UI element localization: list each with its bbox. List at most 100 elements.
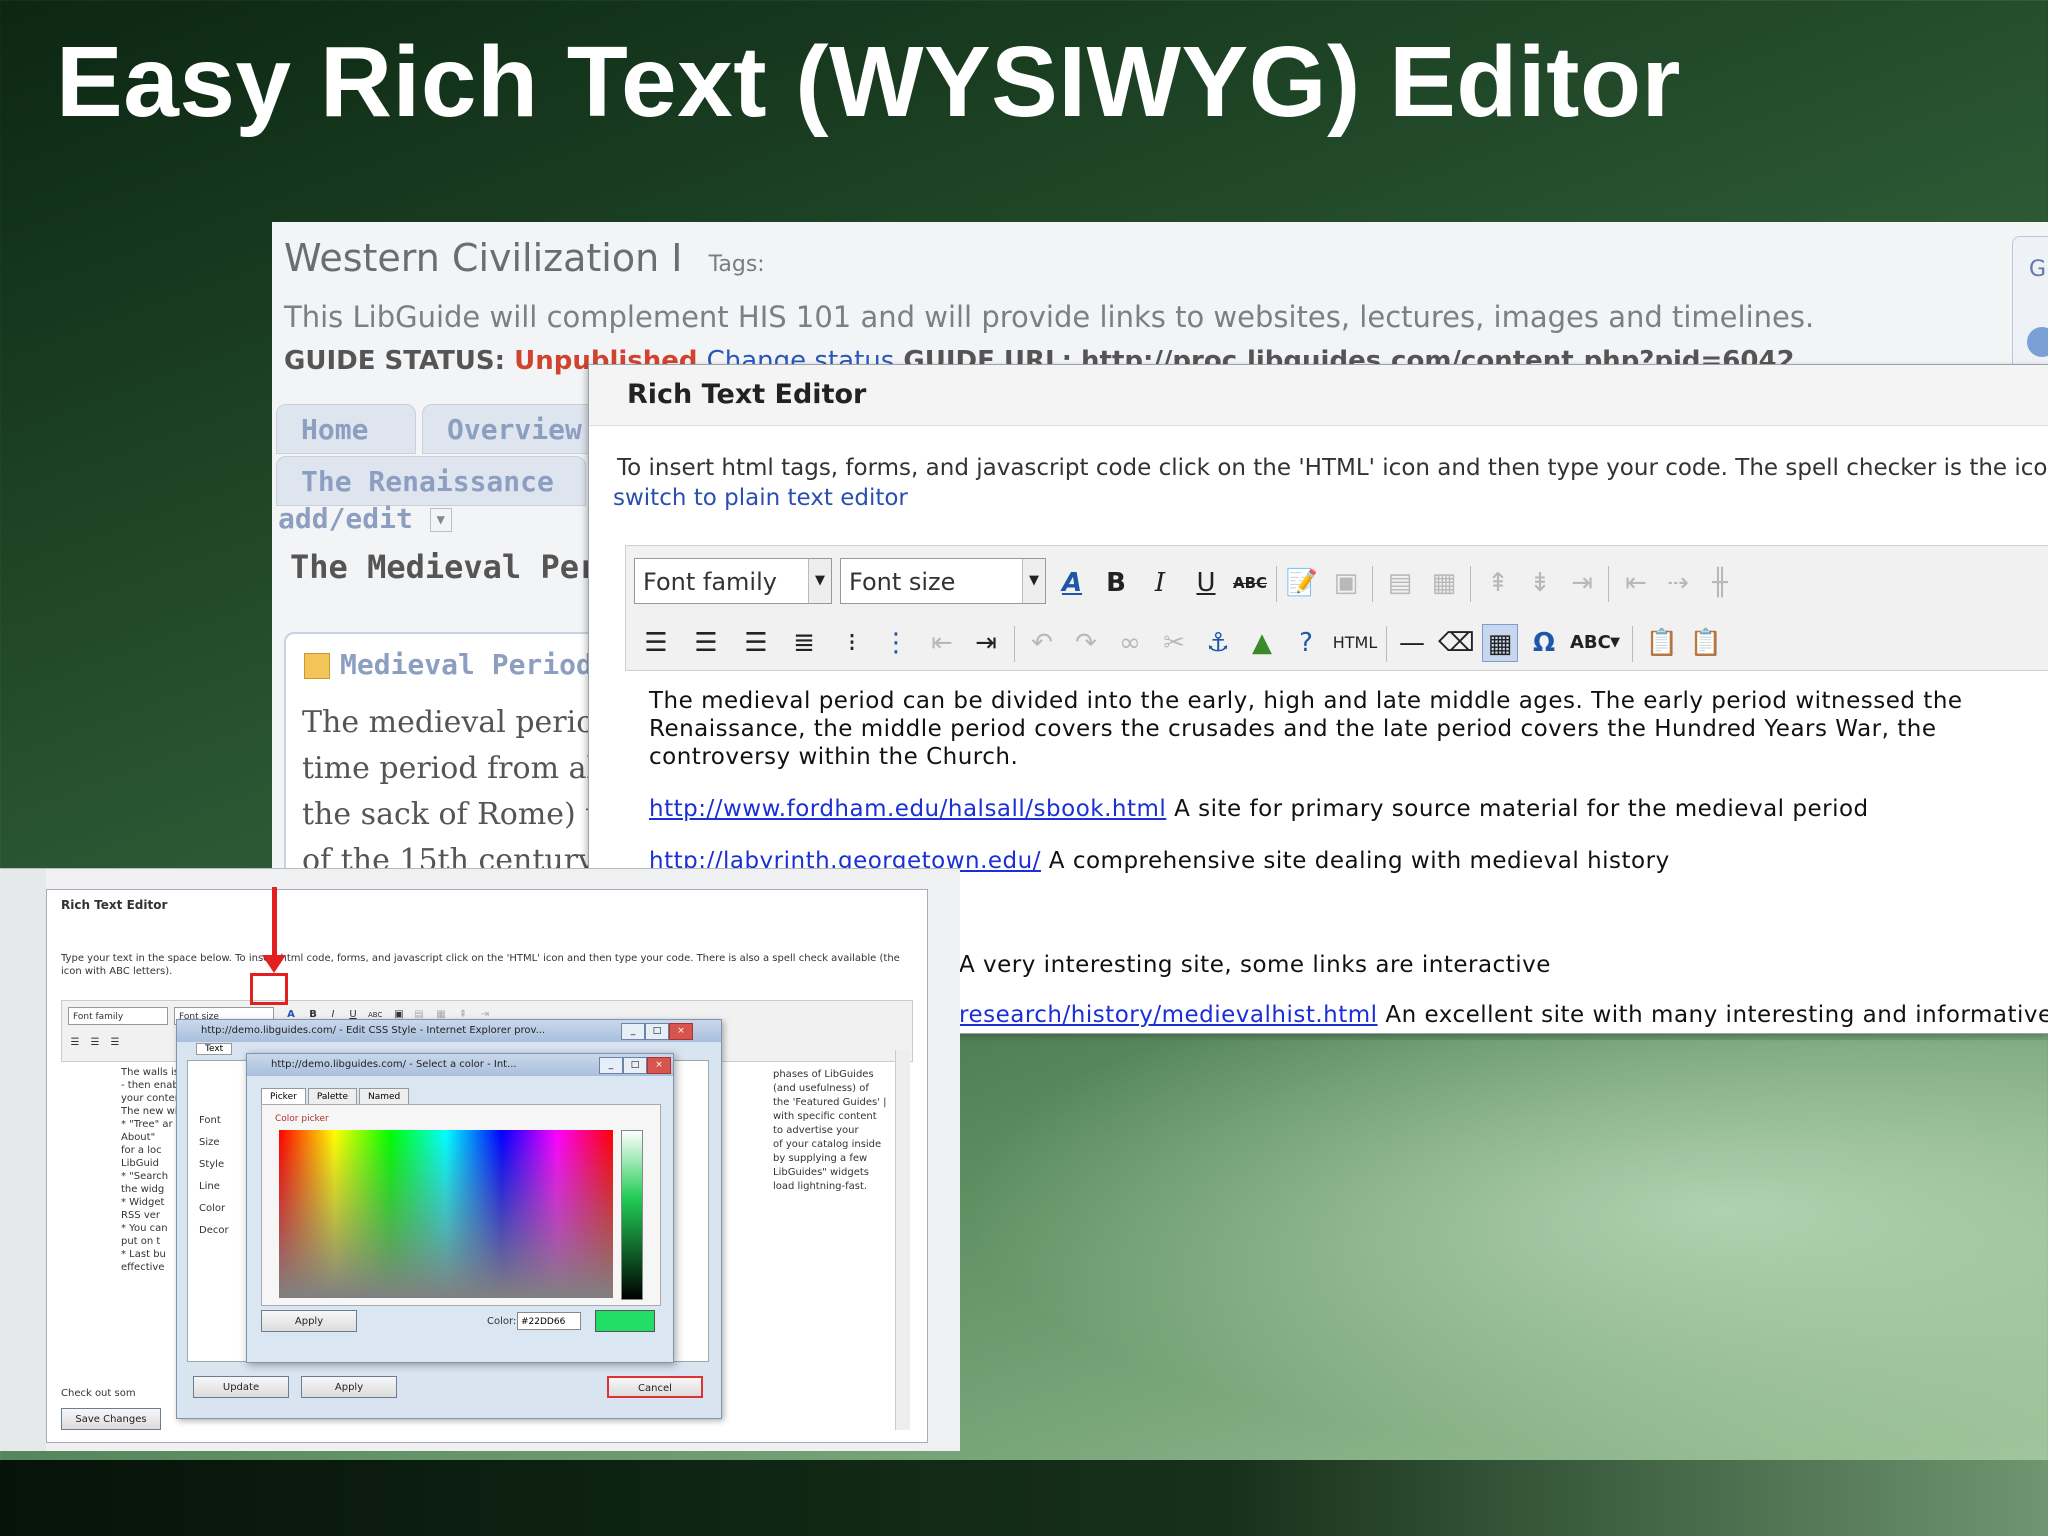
css-label: Line xyxy=(199,1181,220,1192)
underline-icon[interactable]: U xyxy=(1188,564,1224,602)
eraser-icon[interactable]: ⌫ xyxy=(1438,624,1475,662)
horizontal-rule-icon[interactable]: — xyxy=(1394,624,1430,662)
tab-home[interactable]: Home xyxy=(276,404,416,454)
bold-icon[interactable]: B xyxy=(1098,564,1134,602)
special-character-icon[interactable]: Ω xyxy=(1526,624,1562,662)
text-color-icon[interactable]: A xyxy=(1054,564,1090,602)
cancel-button[interactable]: Cancel xyxy=(607,1376,703,1398)
redo-icon[interactable]: ↷ xyxy=(1068,624,1104,662)
minimize-icon[interactable]: _ xyxy=(621,1023,645,1040)
apply-button[interactable]: Apply xyxy=(301,1376,397,1398)
align-center-icon[interactable]: ☰ xyxy=(88,1035,102,1051)
outdent-icon[interactable]: ⇤ xyxy=(924,624,960,662)
insert-row-after-icon[interactable]: ⇟ xyxy=(1522,564,1558,602)
align-center-icon[interactable]: ☰ xyxy=(688,624,724,662)
guide-description: This LibGuide will complement HIS 101 an… xyxy=(284,300,1815,334)
help-icon[interactable]: ? xyxy=(1288,624,1324,662)
color-apply-button[interactable]: Apply xyxy=(261,1310,357,1332)
italic-icon[interactable]: I xyxy=(1142,564,1178,602)
save-changes-button[interactable]: Save Changes xyxy=(61,1408,161,1430)
box-icon xyxy=(304,653,330,679)
insert-row-before-icon[interactable]: ⇞ xyxy=(1480,564,1516,602)
font-size-value: Font size xyxy=(849,568,956,596)
close-icon[interactable]: × xyxy=(647,1057,671,1074)
insert-image-icon[interactable]: ▲ xyxy=(1244,624,1280,662)
align-left-icon[interactable]: ☰ xyxy=(68,1035,82,1051)
spellcheck-icon[interactable]: ABC xyxy=(1570,624,1611,662)
align-right-icon[interactable]: ☰ xyxy=(108,1035,122,1051)
maximize-icon[interactable]: □ xyxy=(623,1057,647,1074)
content-link[interactable]: http://www.fordham.edu/halsall/sbook.htm… xyxy=(649,796,1166,822)
color-gradient-area[interactable] xyxy=(279,1130,613,1298)
bullet-list-icon[interactable]: ⁝ xyxy=(834,624,870,662)
paste-text-icon[interactable]: 📋 xyxy=(1644,624,1680,662)
table-icon[interactable]: ▦ xyxy=(1482,624,1518,662)
unlink-icon[interactable]: ✂ xyxy=(1156,624,1192,662)
content-link[interactable]: research/history/medievalhist.html xyxy=(959,1002,1378,1028)
chevron-down-icon[interactable]: ▼ xyxy=(1606,624,1624,662)
mini-right-line: by supplying a few xyxy=(773,1153,868,1164)
content-paragraph: http://www.fordham.edu/halsall/sbook.htm… xyxy=(649,795,1869,823)
table-row-icon[interactable]: ▤ xyxy=(1382,564,1418,602)
toolbar-separator xyxy=(1470,566,1471,602)
chevron-down-icon[interactable]: ▼ xyxy=(1022,559,1045,603)
numbered-list-icon[interactable]: ⋮ xyxy=(878,624,914,662)
content-line: Renaissance, the middle period covers th… xyxy=(649,716,1937,742)
font-size-select[interactable]: Font size ▼ xyxy=(840,558,1046,604)
font-family-select[interactable]: Font family ▼ xyxy=(634,558,832,604)
chevron-down-icon[interactable]: ▼ xyxy=(429,508,452,532)
link-icon[interactable]: ∞ xyxy=(1112,624,1148,662)
scrollbar[interactable] xyxy=(895,1050,910,1430)
tab-the-renaissance[interactable]: The Renaissance xyxy=(276,456,586,506)
color-tabs: Picker Palette Named xyxy=(261,1084,411,1106)
toolbar-separator xyxy=(1386,626,1387,662)
align-justify-icon[interactable]: ≣ xyxy=(786,624,822,662)
css-tab-text[interactable]: Text xyxy=(196,1043,233,1055)
undo-icon[interactable]: ↶ xyxy=(1024,624,1060,662)
toolbar-separator xyxy=(1276,566,1277,602)
anchor-icon[interactable]: ⚓ xyxy=(1200,624,1236,662)
red-arrow-icon xyxy=(262,955,286,973)
maximize-icon[interactable]: □ xyxy=(645,1023,669,1040)
luminance-slider[interactable] xyxy=(621,1130,643,1300)
rte-instructions: To insert html tags, forms, and javascri… xyxy=(617,455,2048,481)
globe-icon xyxy=(2027,327,2048,357)
html-source-button[interactable]: HTML xyxy=(1332,624,1378,662)
align-left-icon[interactable]: ☰ xyxy=(638,624,674,662)
slide-title: Easy Rich Text (WYSIWYG) Editor xyxy=(56,26,1681,138)
mini-font-family[interactable]: Font family xyxy=(68,1007,168,1025)
mini-right-line: with specific content xyxy=(773,1111,877,1122)
rte-header: Rich Text Editor xyxy=(589,365,2048,426)
mini-right-line: (and usefulness) of xyxy=(773,1083,869,1094)
content-line: The medieval period can be divided into … xyxy=(649,688,1963,714)
color-label: Color: xyxy=(487,1316,517,1327)
edit-css-style-icon[interactable]: 📝 xyxy=(1284,564,1320,602)
insert-col-before-icon[interactable]: ⇤ xyxy=(1618,564,1654,602)
update-button[interactable]: Update xyxy=(193,1376,289,1398)
content-line: controversy within the Church. xyxy=(649,744,1019,770)
color-value-input[interactable]: #22DD66 xyxy=(517,1312,581,1330)
highlight-box xyxy=(250,973,288,1005)
toolbar-separator xyxy=(1014,626,1015,662)
close-icon[interactable]: × xyxy=(669,1023,693,1040)
insert-layer-icon[interactable]: ▣ xyxy=(1328,564,1364,602)
guide-tags-label[interactable]: Tags: xyxy=(709,252,765,277)
minimize-icon[interactable]: _ xyxy=(599,1057,623,1074)
toolbar-separator xyxy=(1608,566,1609,602)
slide-background-glow xyxy=(960,1040,2048,1460)
switch-to-plain-text-link[interactable]: switch to plain text editor xyxy=(613,485,908,511)
delete-row-icon[interactable]: ⇥ xyxy=(1564,564,1600,602)
strikethrough-icon[interactable]: ABC xyxy=(1232,564,1268,602)
paste-word-icon[interactable]: 📋 xyxy=(1688,624,1724,662)
add-edit-menu[interactable]: add/edit ▼ xyxy=(278,502,452,535)
insert-col-after-icon[interactable]: ⇢ xyxy=(1660,564,1696,602)
chevron-down-icon[interactable]: ▼ xyxy=(808,559,831,603)
add-edit-label[interactable]: add/edit xyxy=(278,502,413,535)
delete-col-icon[interactable]: ╫ xyxy=(1702,564,1738,602)
table-cell-icon[interactable]: ▦ xyxy=(1426,564,1462,602)
mini-right-line: LibGuides" widgets xyxy=(773,1167,869,1178)
rte-title: Rich Text Editor xyxy=(627,379,867,410)
color-picker-legend: Color picker xyxy=(275,1114,329,1124)
align-right-icon[interactable]: ☰ xyxy=(738,624,774,662)
indent-icon[interactable]: ⇥ xyxy=(968,624,1004,662)
